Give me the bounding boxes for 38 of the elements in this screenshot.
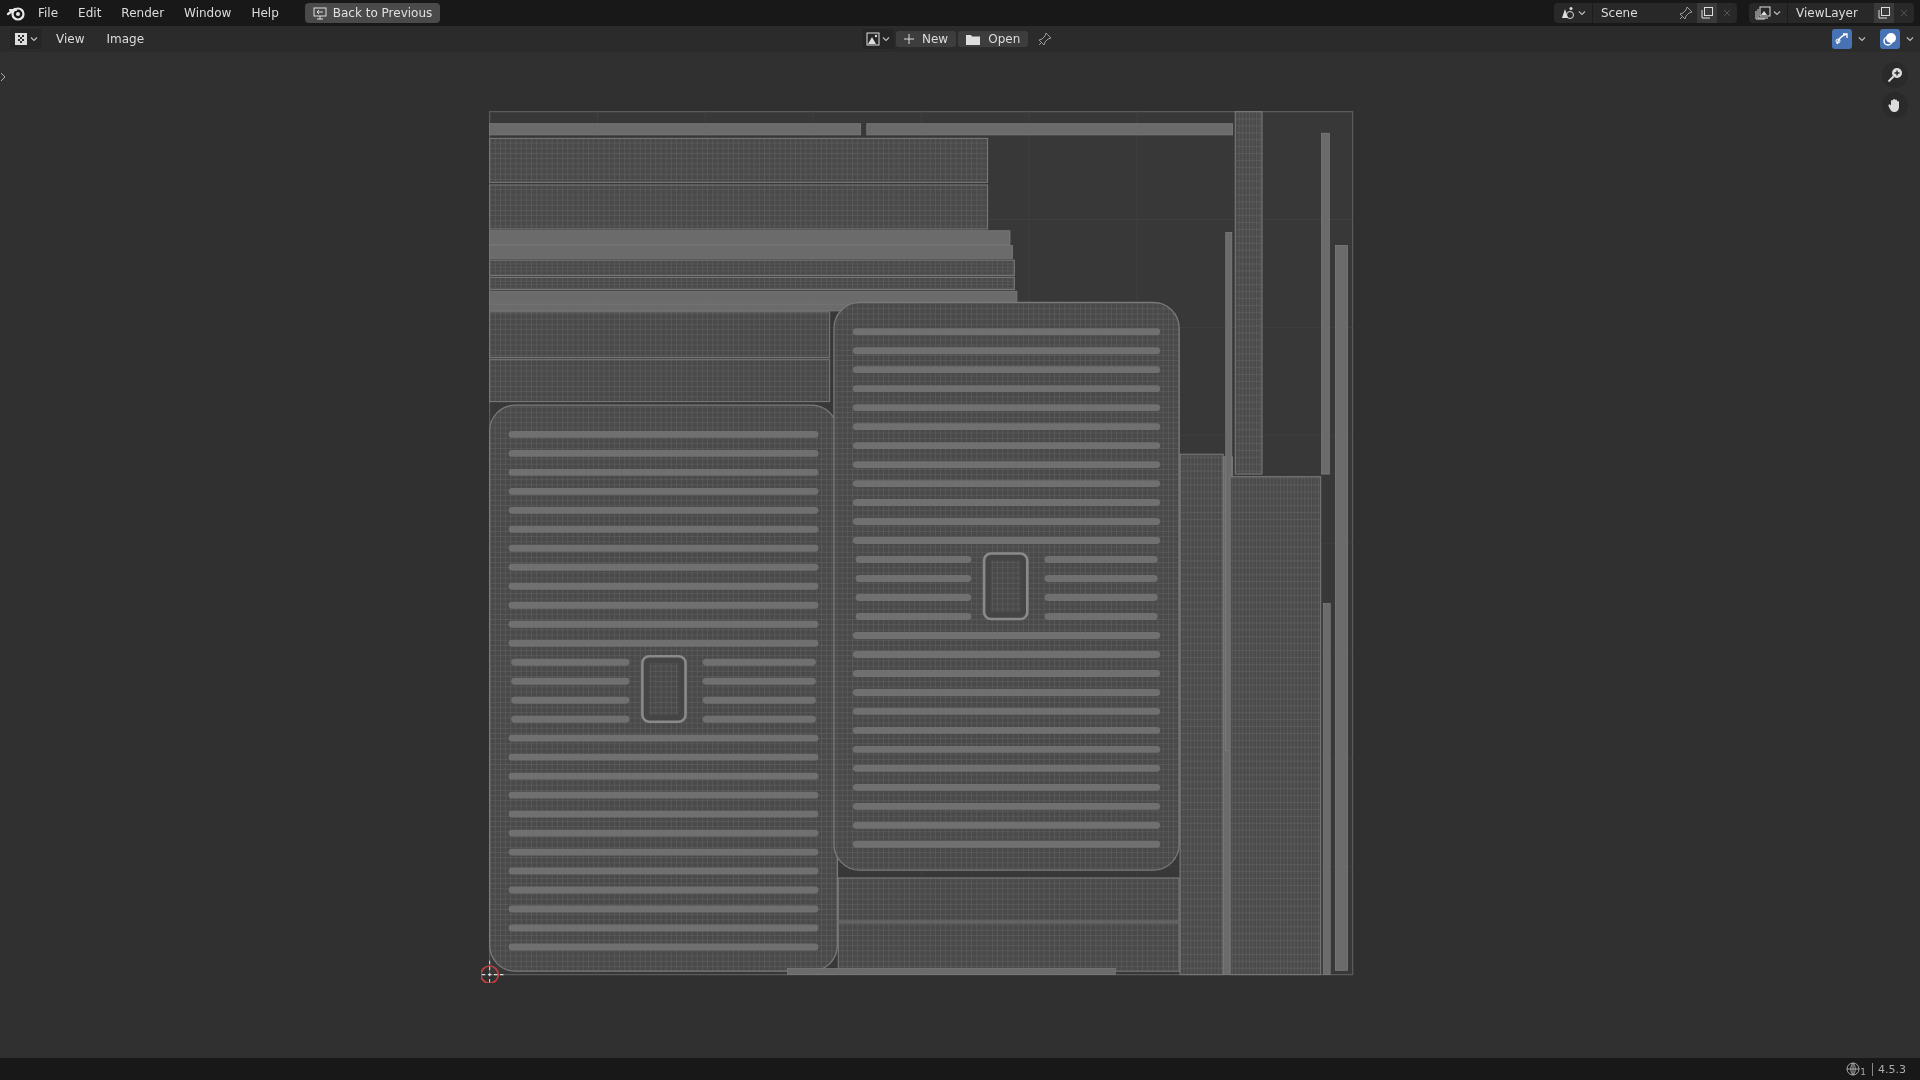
menu-item[interactable]: Help — [243, 3, 287, 23]
hand-icon[interactable] — [1882, 92, 1908, 118]
menu-item[interactable]: View — [48, 29, 93, 49]
caret-icon — [30, 35, 38, 43]
caret-icon — [1858, 35, 1866, 43]
uv-sync-selection-icon[interactable] — [1832, 29, 1852, 49]
pin-icon[interactable] — [1038, 32, 1053, 46]
globe-icon — [1846, 1062, 1861, 1076]
plus-icon — [904, 34, 914, 44]
image-browse-selector[interactable] — [862, 29, 894, 49]
duplicate-icon[interactable] — [1697, 3, 1717, 23]
scene-icon — [1560, 6, 1576, 20]
monitor-back-icon — [312, 6, 327, 20]
open-button[interactable]: Open — [958, 31, 1029, 47]
caret-icon — [882, 35, 890, 43]
menu-item[interactable]: Render — [113, 3, 173, 23]
layers-icon — [1755, 6, 1771, 20]
duplicate-icon[interactable] — [1874, 3, 1894, 23]
menu-item[interactable]: File — [30, 3, 67, 23]
caret-icon — [1906, 35, 1914, 43]
chevron-icon[interactable] — [0, 72, 6, 82]
image-icon — [866, 32, 880, 46]
new-button[interactable]: New — [896, 31, 957, 47]
menu-item[interactable]: Window — [176, 3, 240, 23]
menu-item[interactable]: Edit — [70, 3, 110, 23]
menu-item[interactable]: Image — [98, 29, 153, 49]
scene-count: 1 — [1860, 1067, 1866, 1077]
back-to-previous-button[interactable]: Back to Previous — [304, 3, 441, 23]
caret-icon — [1773, 9, 1781, 17]
pin-icon[interactable] — [1679, 6, 1693, 20]
caret-icon — [1578, 9, 1586, 17]
blender-logo-icon[interactable] — [6, 5, 26, 21]
version-label: 4.5.3 — [1872, 1062, 1906, 1076]
editor-type-selector[interactable] — [10, 29, 42, 49]
overlay-icon[interactable] — [1880, 29, 1900, 49]
zoom-icon[interactable] — [1882, 62, 1908, 88]
folder-icon — [966, 33, 981, 45]
checker-icon — [14, 32, 28, 46]
